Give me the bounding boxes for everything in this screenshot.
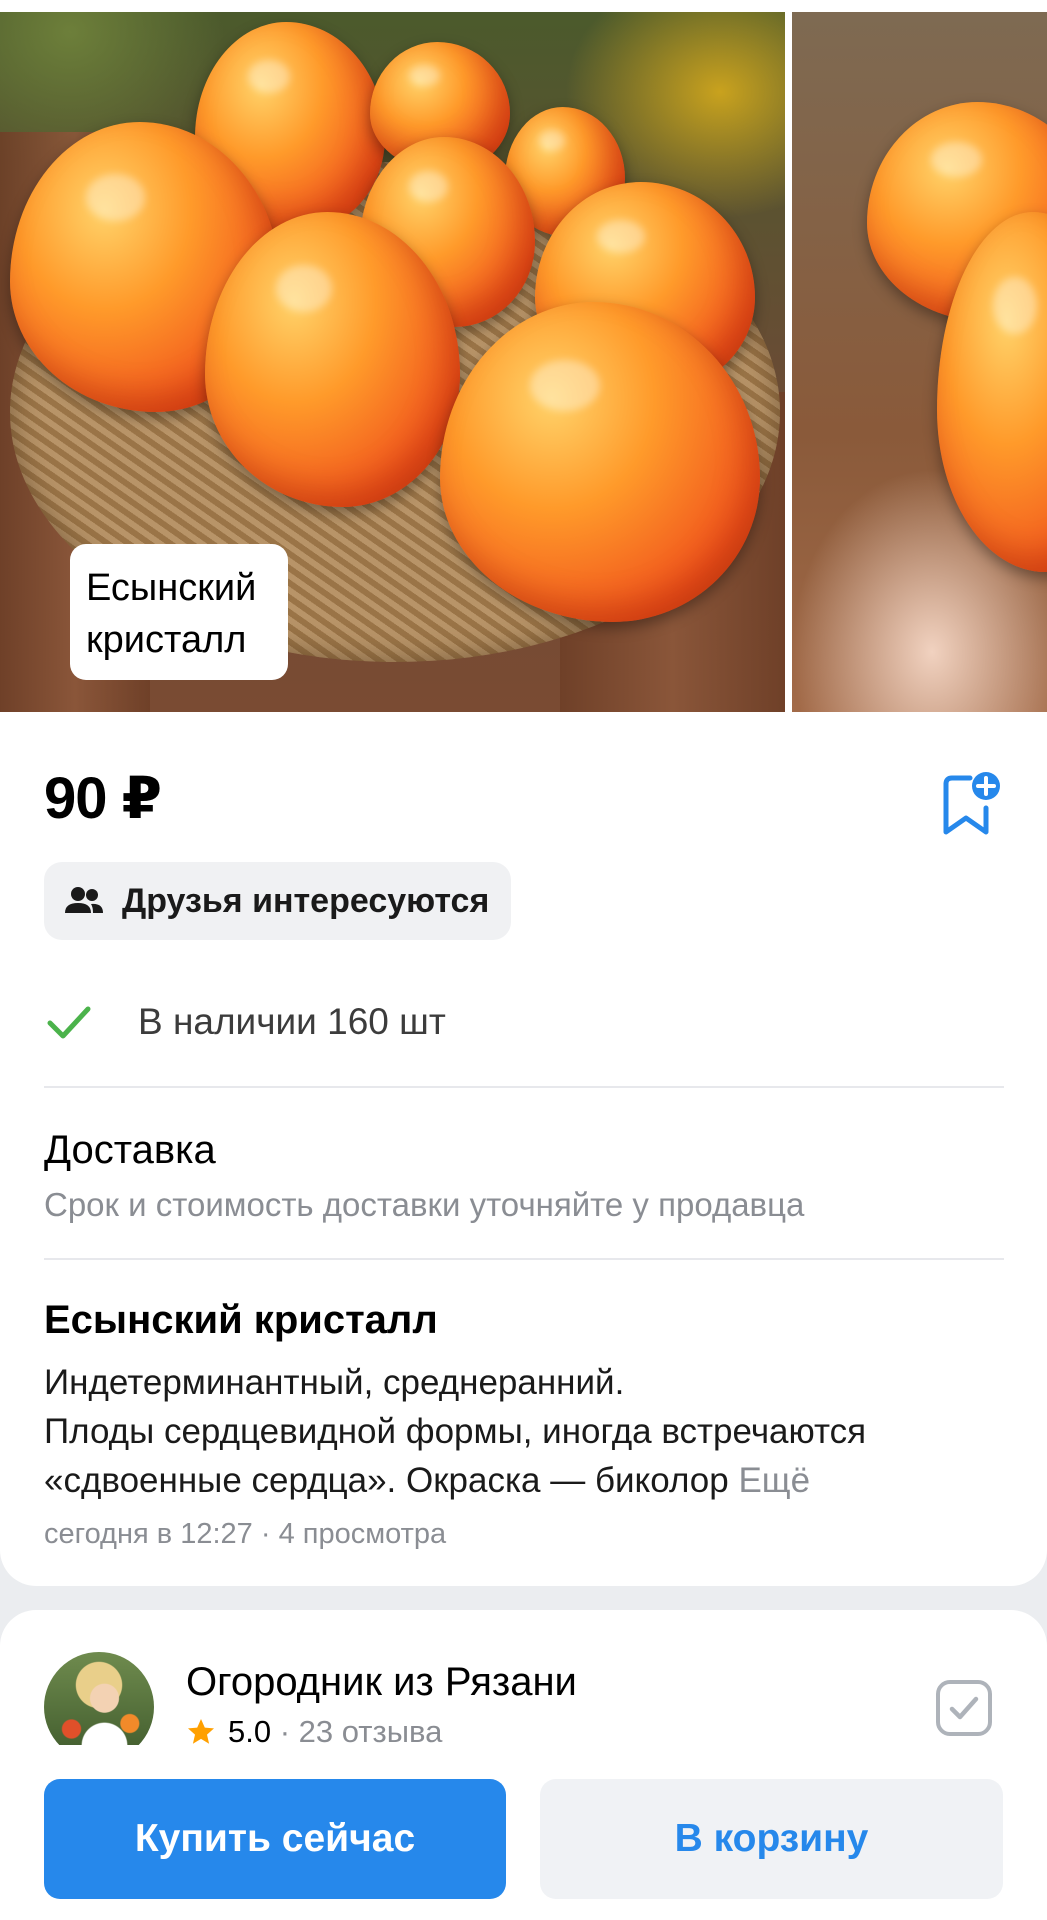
description-line: Плоды сердцевидной формы, иногда встреча…: [44, 1412, 867, 1451]
photo-caption-line: Есынский: [86, 567, 257, 609]
check-icon: [47, 1006, 91, 1039]
show-more-link[interactable]: Ещё: [738, 1461, 810, 1500]
friends-icon: [62, 879, 106, 923]
friends-interested-chip[interactable]: Друзья интересуются: [44, 862, 511, 940]
delivery-subtitle: Срок и стоимость доставки уточняйте у пр…: [44, 1186, 805, 1223]
bottom-action-bar: Купить сейчас В корзину: [0, 1745, 1047, 1920]
add-to-cart-button[interactable]: В корзину: [540, 1779, 1003, 1899]
bookmark-add-button[interactable]: [932, 768, 1004, 840]
product-photo-main[interactable]: Есынский кристалл: [0, 12, 785, 712]
stock-status: В наличии 160 шт: [44, 990, 446, 1054]
product-price: 90 ₽: [44, 766, 162, 831]
buy-now-button[interactable]: Купить сейчас: [44, 1779, 506, 1899]
seller-name[interactable]: Огородник из Рязани: [186, 1660, 577, 1705]
photo-caption-label: Есынский кристалл: [70, 544, 288, 680]
description-line-last: «сдвоенные сердца». Окраска — биколор Ещ…: [44, 1456, 1004, 1505]
product-title: Есынский кристалл: [44, 1298, 438, 1342]
post-meta: сегодня в 12:27 · 4 просмотра: [44, 1518, 447, 1550]
friends-chip-label: Друзья интересуются: [122, 881, 490, 920]
delivery-title: Доставка: [44, 1128, 216, 1172]
photo-gallery[interactable]: Есынский кристалл: [0, 0, 1047, 712]
product-description: Индетерминантный, среднеранний. Плоды се…: [44, 1358, 1004, 1505]
verified-seller-button[interactable]: [934, 1678, 994, 1738]
photo-caption-line: кристалл: [86, 619, 247, 661]
divider: [44, 1258, 1004, 1260]
description-line: Индетерминантный, среднеранний.: [44, 1363, 625, 1402]
star-icon: [188, 1719, 214, 1744]
product-photo-second[interactable]: [792, 12, 1047, 712]
product-card: 90 ₽ Друзья интересуются В наличии 160 ш…: [0, 712, 1047, 1586]
description-line-text: «сдвоенные сердца». Окраска — биколор: [44, 1461, 729, 1500]
stock-label: В наличии 160 шт: [138, 1001, 446, 1042]
checkbox-checked-icon: [936, 1680, 992, 1736]
divider: [44, 1086, 1004, 1088]
bookmark-add-icon: [943, 772, 1000, 835]
